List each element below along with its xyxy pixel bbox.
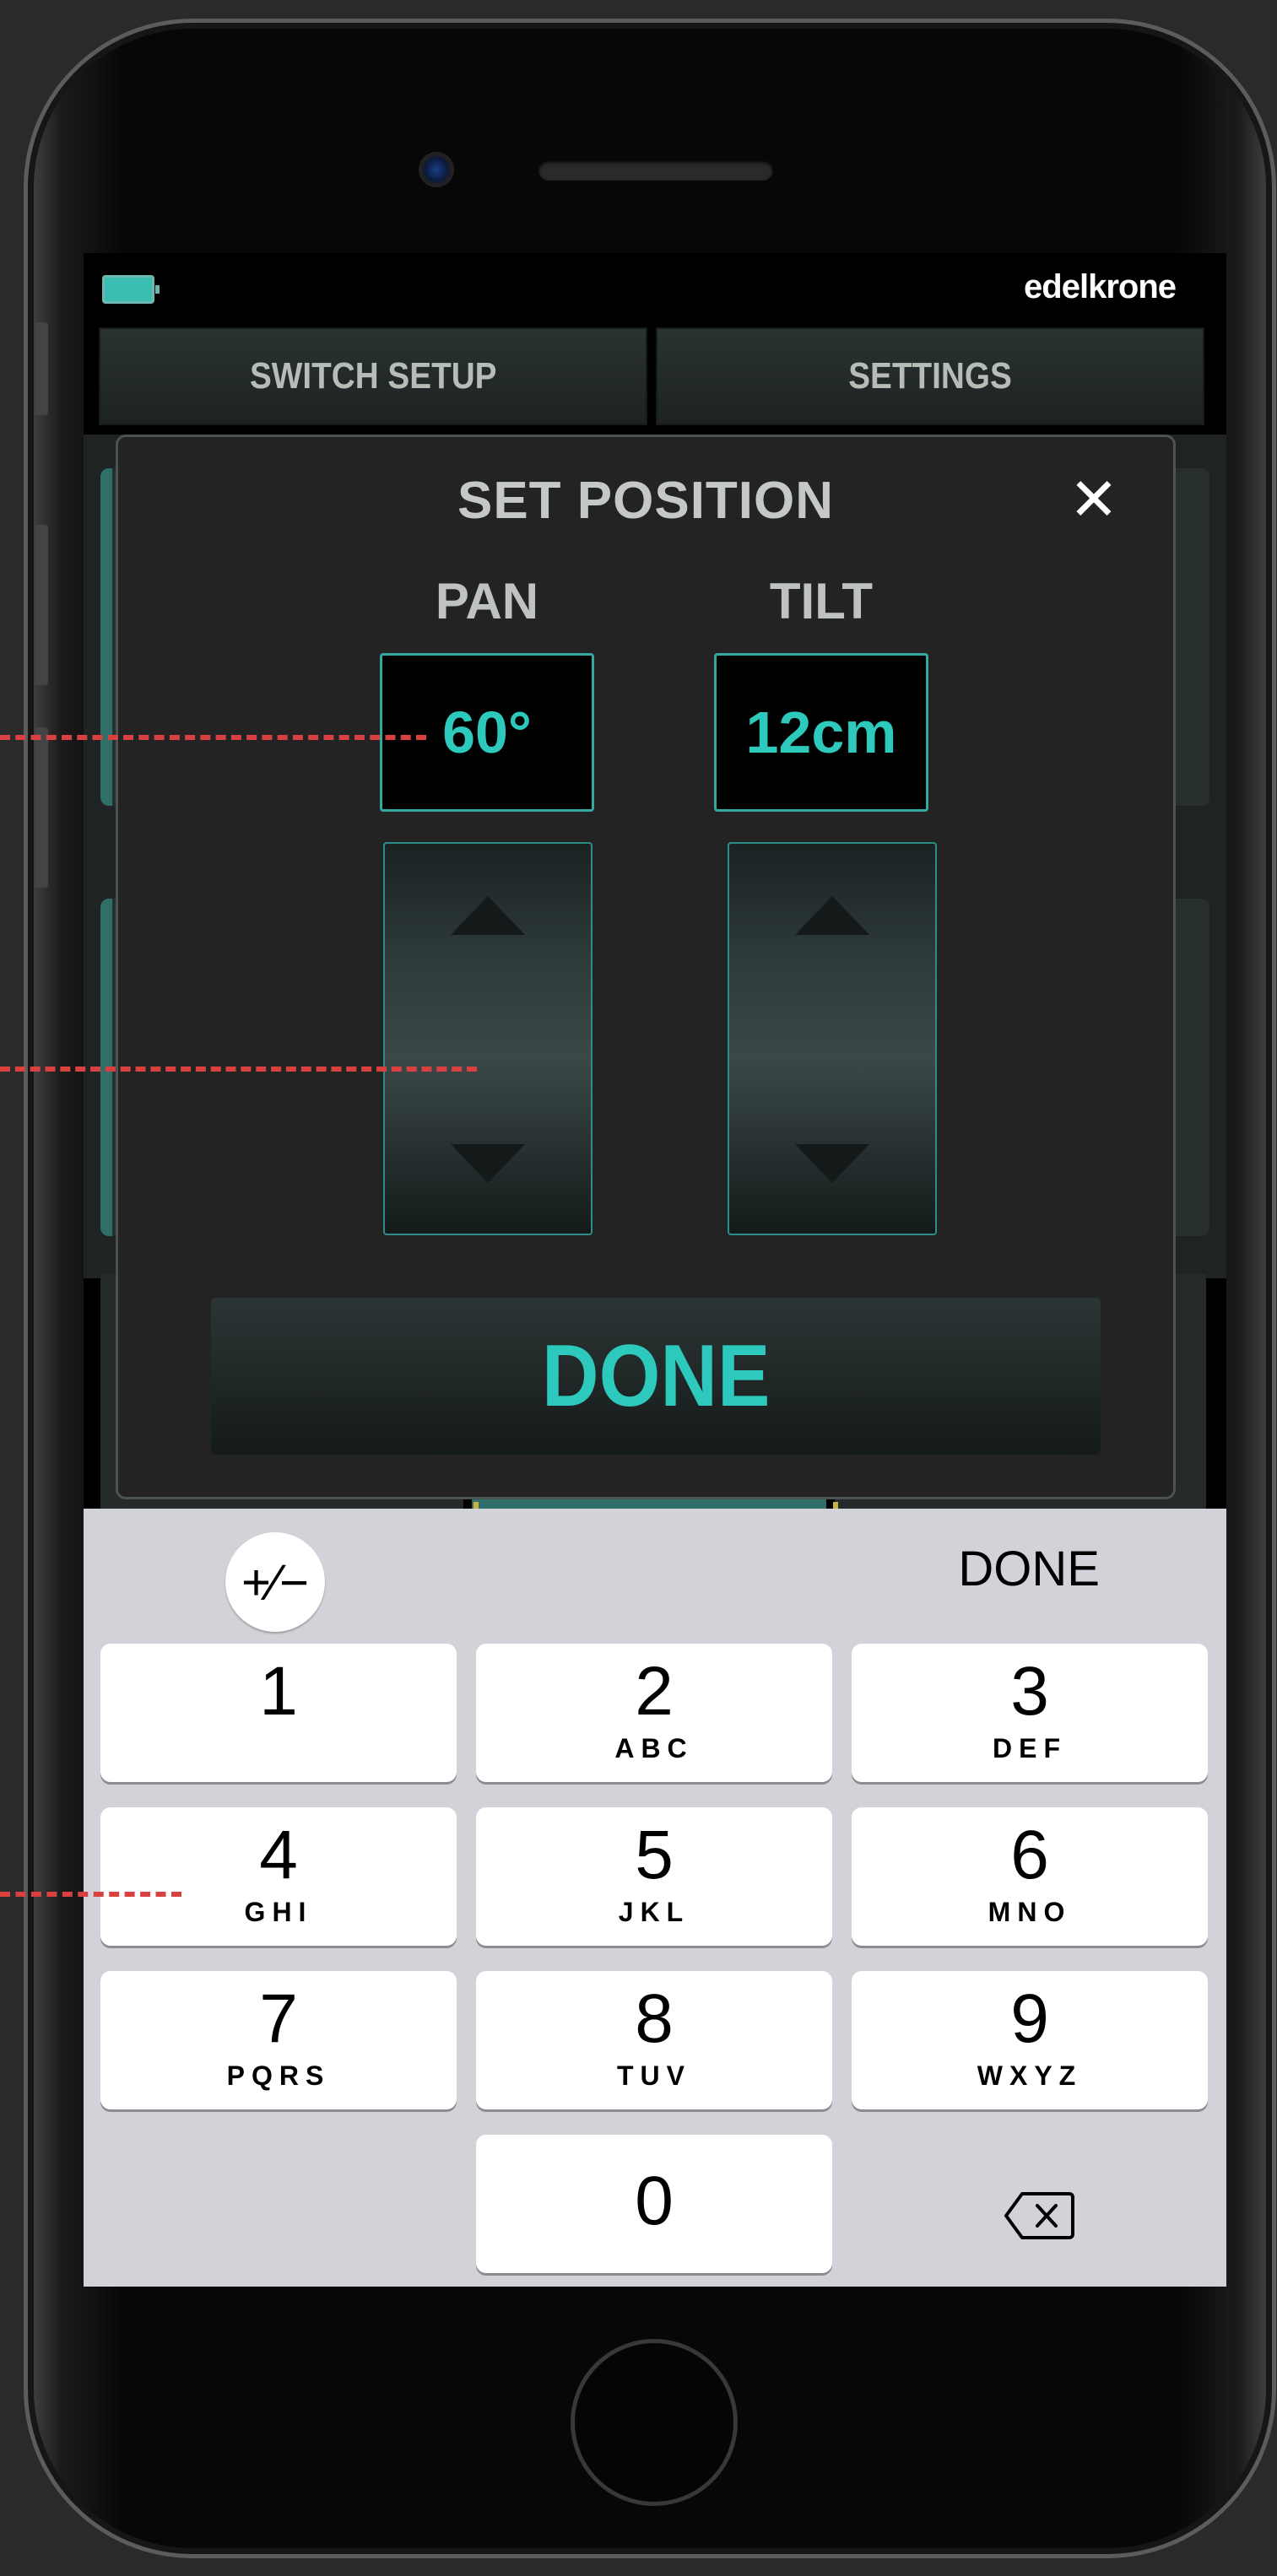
pan-label: PAN xyxy=(435,573,539,629)
annotation-line-keyboard xyxy=(0,1892,181,1897)
tilt-stepper[interactable] xyxy=(728,842,937,1235)
mute-switch xyxy=(35,322,48,415)
key-digit: 4 xyxy=(259,1817,298,1893)
key-6[interactable]: 6 MNO xyxy=(852,1807,1208,1946)
tab-switch-setup-label: SWITCH SETUP xyxy=(249,355,497,397)
key-0[interactable]: 0 xyxy=(476,2135,832,2273)
tab-settings[interactable]: SETTINGS xyxy=(656,327,1204,425)
set-position-dialog: SET POSITION ✕ PAN TILT 60° 12cm DONE xyxy=(116,435,1176,1499)
home-button[interactable] xyxy=(571,2339,738,2506)
volume-up-button xyxy=(35,525,48,685)
brand-logo: edelkrone xyxy=(1024,268,1177,305)
key-letters: DEF xyxy=(993,1733,1067,1763)
keyboard-done-button[interactable]: DONE xyxy=(958,1541,1100,1597)
key-letters: MNO xyxy=(988,1897,1072,1927)
key-digit: 2 xyxy=(635,1653,674,1730)
arrow-up-icon[interactable] xyxy=(451,896,525,935)
tilt-value-input[interactable]: 12cm xyxy=(714,653,928,812)
key-5[interactable]: 5 JKL xyxy=(476,1807,832,1946)
done-button-label: DONE xyxy=(541,1326,771,1425)
key-1[interactable]: 1 xyxy=(100,1644,457,1782)
key-digit: 8 xyxy=(635,1980,674,2057)
status-bar: edelkrone xyxy=(84,253,1226,329)
arrow-up-icon[interactable] xyxy=(795,896,869,935)
annotation-line-value xyxy=(0,735,426,740)
battery-icon xyxy=(102,275,160,304)
key-3[interactable]: 3 DEF xyxy=(852,1644,1208,1782)
key-letters: ABC xyxy=(614,1733,694,1763)
key-4[interactable]: 4 GHI xyxy=(100,1807,457,1946)
backspace-icon[interactable] xyxy=(1004,2190,1074,2241)
key-digit: 1 xyxy=(259,1653,298,1730)
key-letters: GHI xyxy=(244,1897,313,1927)
key-digit: 3 xyxy=(1010,1653,1049,1730)
earpiece-speaker xyxy=(538,160,773,181)
annotation-line-stepper xyxy=(0,1067,477,1072)
pan-stepper[interactable] xyxy=(383,842,593,1235)
numeric-keyboard: +∕− DONE 1 2 ABC 3 DEF 4 GHI 5 JKL 6 MNO… xyxy=(84,1509,1226,2287)
front-camera xyxy=(419,152,454,187)
arrow-down-icon[interactable] xyxy=(451,1144,525,1183)
key-7[interactable]: 7 PQRS xyxy=(100,1971,457,2109)
key-digit: 0 xyxy=(635,2163,674,2239)
key-letters: TUV xyxy=(617,2060,691,2091)
tilt-label: TILT xyxy=(769,573,874,629)
dialog-title: SET POSITION xyxy=(457,472,835,530)
done-button[interactable]: DONE xyxy=(211,1298,1101,1455)
close-icon[interactable]: ✕ xyxy=(1065,470,1123,529)
key-letters: JKL xyxy=(618,1897,690,1927)
volume-down-button xyxy=(35,727,48,888)
key-digit: 5 xyxy=(635,1817,674,1893)
plus-minus-icon[interactable]: +∕− xyxy=(225,1532,325,1632)
tab-settings-label: SETTINGS xyxy=(848,355,1012,397)
arrow-down-icon[interactable] xyxy=(795,1144,869,1183)
app-screen: edelkrone SWITCH SETUP SETTINGS SET POSI… xyxy=(84,253,1226,2287)
key-8[interactable]: 8 TUV xyxy=(476,1971,832,2109)
key-2[interactable]: 2 ABC xyxy=(476,1644,832,1782)
key-digit: 9 xyxy=(1010,1980,1049,2057)
key-digit: 7 xyxy=(259,1980,298,2057)
key-letters: WXYZ xyxy=(977,2060,1083,2091)
tab-switch-setup[interactable]: SWITCH SETUP xyxy=(99,327,647,425)
pan-value-input[interactable]: 60° xyxy=(380,653,594,812)
key-9[interactable]: 9 WXYZ xyxy=(852,1971,1208,2109)
key-digit: 6 xyxy=(1010,1817,1049,1893)
key-letters: PQRS xyxy=(226,2060,331,2091)
